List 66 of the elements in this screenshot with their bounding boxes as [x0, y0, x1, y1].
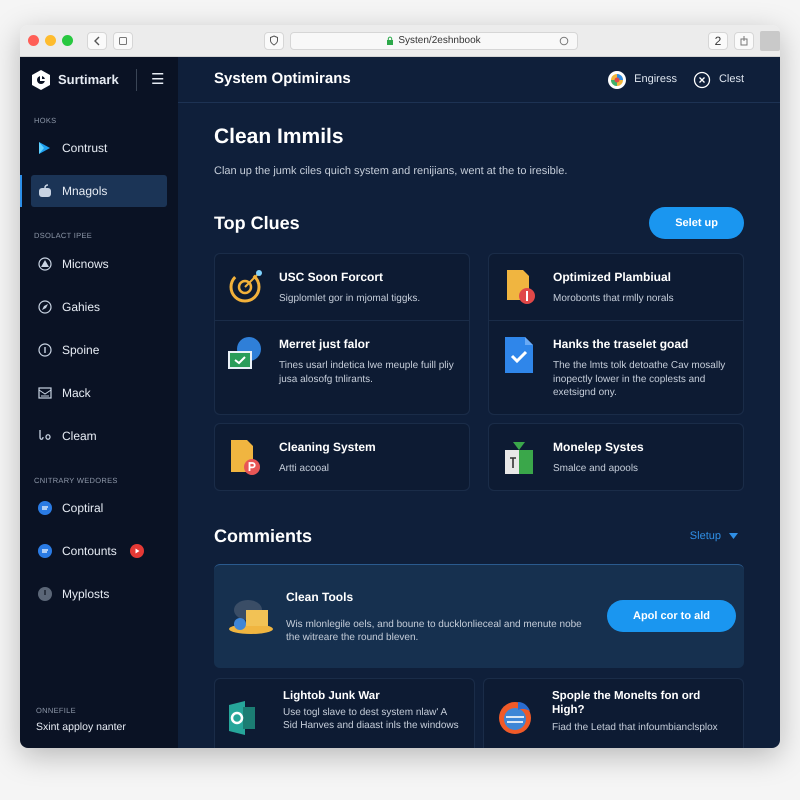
window-control-dot[interactable] [62, 35, 73, 46]
tabs-icon [118, 36, 128, 46]
card-text: Wis mlonlegile oels, and boune to ducklonlieceal and menute nobe the witreare the round bleven. [286, 618, 583, 644]
section-title: Top Clues [214, 212, 300, 235]
card-title: Optimized Plambiual [553, 269, 672, 286]
tab-count-button[interactable]: 2 [708, 32, 728, 50]
card-text: Fiad the Letad that infoumbianclsplox [552, 721, 719, 734]
card-title: Lightob Junk War [283, 688, 381, 704]
reload-icon [558, 36, 568, 46]
brand-name: Surtimark [58, 71, 119, 90]
card-title: Cleaning System [279, 438, 376, 456]
share-icon [739, 35, 749, 46]
header-action[interactable]: Clest [692, 70, 744, 88]
card-text: Morobonts that rmlly norals [553, 292, 674, 306]
caret-icon [729, 533, 738, 539]
chat-icon [37, 500, 53, 516]
card-title: USC Soon Forcort [279, 269, 384, 286]
sidebar-item[interactable]: Spoine [31, 334, 167, 366]
card-title: Spople the Monelts fon ord High? [552, 688, 702, 718]
share-button[interactable] [734, 32, 754, 50]
card-text: Use togl slave to dest system nlaw' A Sid Hanves and diaast inls the windows [283, 706, 460, 732]
menu-button[interactable]: ☰ [151, 68, 164, 92]
card-text: Smalce and apools [553, 462, 640, 475]
window-control-dot[interactable] [28, 35, 39, 46]
window-control-dot[interactable] [45, 35, 56, 46]
section-title: Clean Immils [214, 124, 345, 150]
mail-icon [37, 384, 53, 400]
card-text: Tines usarl indetica lwe meuple fuill pliy jusa alosofg tnlirants. [279, 359, 455, 386]
sidebar-item[interactable]: Cleam [31, 420, 167, 452]
filter-dropdown[interactable]: Sletup [690, 528, 738, 544]
lock-icon [386, 36, 394, 45]
card-title: Hanks the traselet goad [553, 336, 690, 353]
compass-icon [37, 298, 53, 314]
back-icon [93, 36, 101, 46]
card-title: Monelep Systes [553, 438, 644, 456]
multicolor-circle-icon [608, 70, 626, 88]
section-title: Commients [214, 524, 312, 548]
shield-icon [268, 35, 278, 46]
sidebar-item[interactable]: Mack [31, 376, 167, 408]
sidebar-item[interactable]: Micnows [31, 248, 167, 280]
sidebar-toggle[interactable] [760, 30, 780, 50]
apple-icon [37, 183, 53, 200]
info-icon [37, 342, 53, 358]
chat-icon [37, 542, 53, 559]
close-icon [692, 70, 711, 88]
header-action[interactable]: Engiress [608, 70, 677, 88]
tabs-button[interactable] [113, 32, 133, 50]
logo-icon [30, 69, 52, 91]
sidebar-item[interactable]: Myplosts [31, 578, 167, 610]
card-text: The the lmts tolk detoathe Cav mosally inopectly lower in the coplests and exetsignd ony. [553, 359, 726, 400]
footer-text: Sxint apploy nanter [36, 720, 127, 736]
address-bar[interactable]: Systen/2eshnbook [290, 32, 578, 50]
card-title: Merret just falor [279, 336, 371, 353]
sidebar-item[interactable]: Coptiral [31, 492, 167, 524]
back-button[interactable] [87, 32, 107, 50]
page-title: System Optimirans [214, 69, 351, 90]
circle-icon [37, 256, 53, 272]
sidebar-item[interactable]: Gahies [31, 290, 167, 322]
dot-icon [37, 586, 53, 602]
shield-button[interactable] [264, 32, 284, 50]
sidebar-item[interactable]: Contounts [31, 534, 167, 567]
card-title: Clean Tools [286, 588, 354, 606]
sidebar-item[interactable]: Contrust [31, 132, 167, 164]
description: Clan up the jumk ciles quich system and renijians, went at the to iresible. [214, 164, 568, 178]
card-text: Artti acooal [279, 462, 330, 475]
card-text: Sigplomlet gor in mjomal tiggks. [279, 292, 420, 306]
